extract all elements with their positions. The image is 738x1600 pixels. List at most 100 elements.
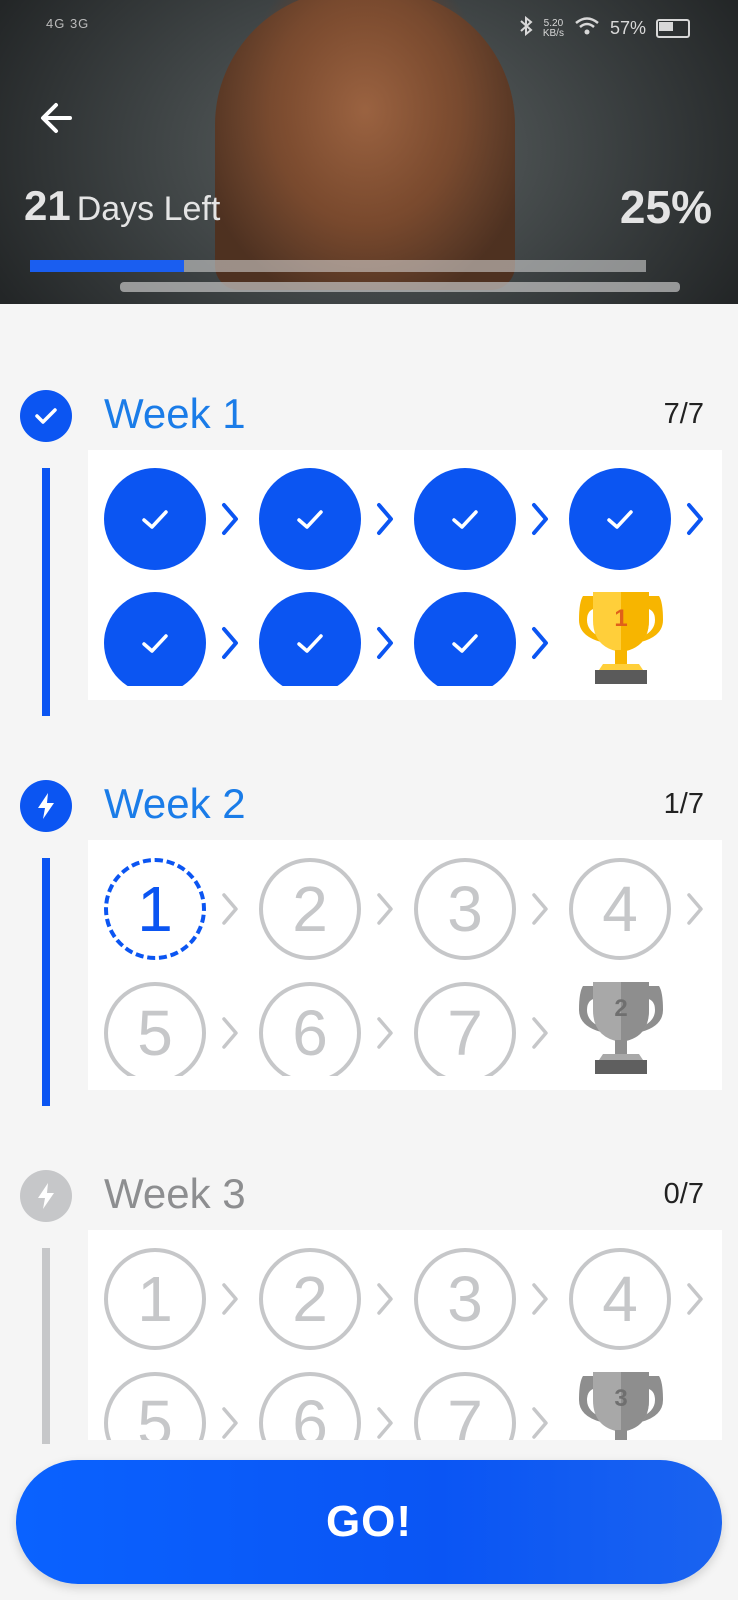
day-circle[interactable]: 5	[104, 982, 206, 1076]
trophy-number: 1	[614, 605, 627, 632]
week-days-card: 1 2 3 4 5 6 7 3	[88, 1230, 722, 1440]
day-circle[interactable]: 1	[104, 858, 206, 960]
week-title[interactable]: Week 2	[104, 780, 246, 828]
day-number: 1	[137, 1263, 173, 1335]
week-title[interactable]: Week 3	[104, 1170, 246, 1218]
day-number: 5	[137, 1387, 173, 1440]
trophy-number: 3	[614, 1385, 627, 1412]
chevron-right-icon	[377, 1017, 393, 1049]
check-circle-icon	[20, 390, 72, 442]
day-circle[interactable]: 6	[259, 1372, 361, 1440]
day-number: 3	[447, 1263, 483, 1335]
check-icon	[607, 510, 633, 529]
chevron-right-icon	[222, 627, 238, 659]
network-indicator: 4G 3G	[46, 16, 90, 31]
battery-percent: 57%	[609, 18, 646, 38]
weeks-list[interactable]: Week 1 7/7 1 Week 2 1/7 1 2 3 4 5 6 7 2 Week 3 0/7 1 2 3 4…	[0, 304, 738, 1444]
trophy-icon: 1	[579, 592, 663, 684]
back-button[interactable]	[36, 96, 80, 140]
days-left: 21 Days Left	[24, 182, 220, 230]
chevron-right-icon	[687, 503, 703, 535]
day-number: 7	[447, 997, 483, 1069]
lightning-icon	[20, 1170, 72, 1222]
day-circle[interactable]	[414, 592, 516, 686]
day-circle[interactable]: 7	[414, 1372, 516, 1440]
check-icon	[452, 510, 478, 529]
check-icon	[452, 634, 478, 653]
battery-icon	[656, 19, 690, 38]
day-circle[interactable]: 2	[259, 1248, 361, 1350]
chevron-right-icon	[532, 893, 548, 925]
chevron-right-icon	[222, 1407, 238, 1439]
progress-bar-fill	[30, 260, 184, 272]
chevron-right-icon	[377, 627, 393, 659]
chevron-right-icon	[222, 1283, 238, 1315]
go-button[interactable]: GO!	[16, 1460, 722, 1584]
chevron-right-icon	[377, 1283, 393, 1315]
day-circle[interactable]: 6	[259, 982, 361, 1076]
network-speed: 5.20 KB/s	[542, 17, 564, 39]
arrow-left-icon	[41, 103, 72, 133]
week-rail	[42, 1248, 50, 1444]
day-circle[interactable]: 4	[569, 858, 671, 960]
progress-bar	[30, 260, 646, 272]
week-progress-count: 1/7	[663, 788, 704, 820]
week-progress-count: 7/7	[663, 398, 704, 430]
day-circle[interactable]: 5	[104, 1372, 206, 1440]
week-progress-count: 0/7	[663, 1178, 704, 1210]
day-number: 2	[292, 873, 328, 945]
chevron-right-icon	[222, 1017, 238, 1049]
check-icon	[297, 510, 323, 529]
day-circle[interactable]	[104, 468, 206, 570]
progress-percent: 25%	[619, 181, 712, 233]
hero-banner: 4G 3G 5.20 KB/s 57% 21 Days Left 25%	[0, 0, 738, 304]
chevron-right-icon	[532, 1017, 548, 1049]
chevron-right-icon	[687, 893, 703, 925]
day-circle[interactable]: 3	[414, 1248, 516, 1350]
week-rail	[42, 468, 50, 716]
trophy-number: 2	[614, 995, 627, 1022]
check-icon	[297, 634, 323, 653]
day-number: 1	[137, 873, 173, 945]
chevron-right-icon	[532, 627, 548, 659]
status-bar: 4G 3G 5.20 KB/s 57%	[0, 0, 738, 58]
day-circle[interactable]	[569, 468, 671, 570]
day-circle[interactable]: 7	[414, 982, 516, 1076]
week-section: Week 1 7/7 1	[0, 390, 738, 770]
day-circle[interactable]: 1	[104, 1248, 206, 1350]
day-circle[interactable]	[414, 468, 516, 570]
trophy-icon: 2	[579, 982, 663, 1074]
lightning-icon	[20, 780, 72, 832]
trophy-icon: 3	[579, 1372, 663, 1440]
day-number: 4	[602, 1263, 638, 1335]
chevron-right-icon	[532, 1407, 548, 1439]
day-circle[interactable]	[259, 468, 361, 570]
chevron-right-icon	[377, 1407, 393, 1439]
day-number: 2	[292, 1263, 328, 1335]
chevron-right-icon	[222, 893, 238, 925]
week-title[interactable]: Week 1	[104, 390, 246, 438]
week-rail	[42, 858, 50, 1106]
day-circle[interactable]: 3	[414, 858, 516, 960]
days-left-number: 21	[24, 182, 71, 229]
day-circle[interactable]: 2	[259, 858, 361, 960]
day-number: 5	[137, 997, 173, 1069]
day-number: 6	[292, 997, 328, 1069]
week-days-card: 1	[88, 450, 722, 700]
day-circle[interactable]: 4	[569, 1248, 671, 1350]
check-icon	[142, 634, 168, 653]
week-section: Week 3 0/7 1 2 3 4 5 6 7 3	[0, 1170, 738, 1444]
chevron-right-icon	[687, 1283, 703, 1315]
chevron-right-icon	[377, 893, 393, 925]
week-days-card: 1 2 3 4 5 6 7 2	[88, 840, 722, 1090]
wifi-icon	[574, 16, 600, 41]
chevron-right-icon	[377, 503, 393, 535]
days-left-label: Days Left	[76, 190, 221, 228]
barbell-photo	[120, 282, 680, 292]
day-circle[interactable]	[259, 592, 361, 686]
day-number: 6	[292, 1387, 328, 1440]
day-number: 7	[447, 1387, 483, 1440]
week-section: Week 2 1/7 1 2 3 4 5 6 7 2	[0, 780, 738, 1160]
chevron-right-icon	[532, 503, 548, 535]
day-circle[interactable]	[104, 592, 206, 686]
